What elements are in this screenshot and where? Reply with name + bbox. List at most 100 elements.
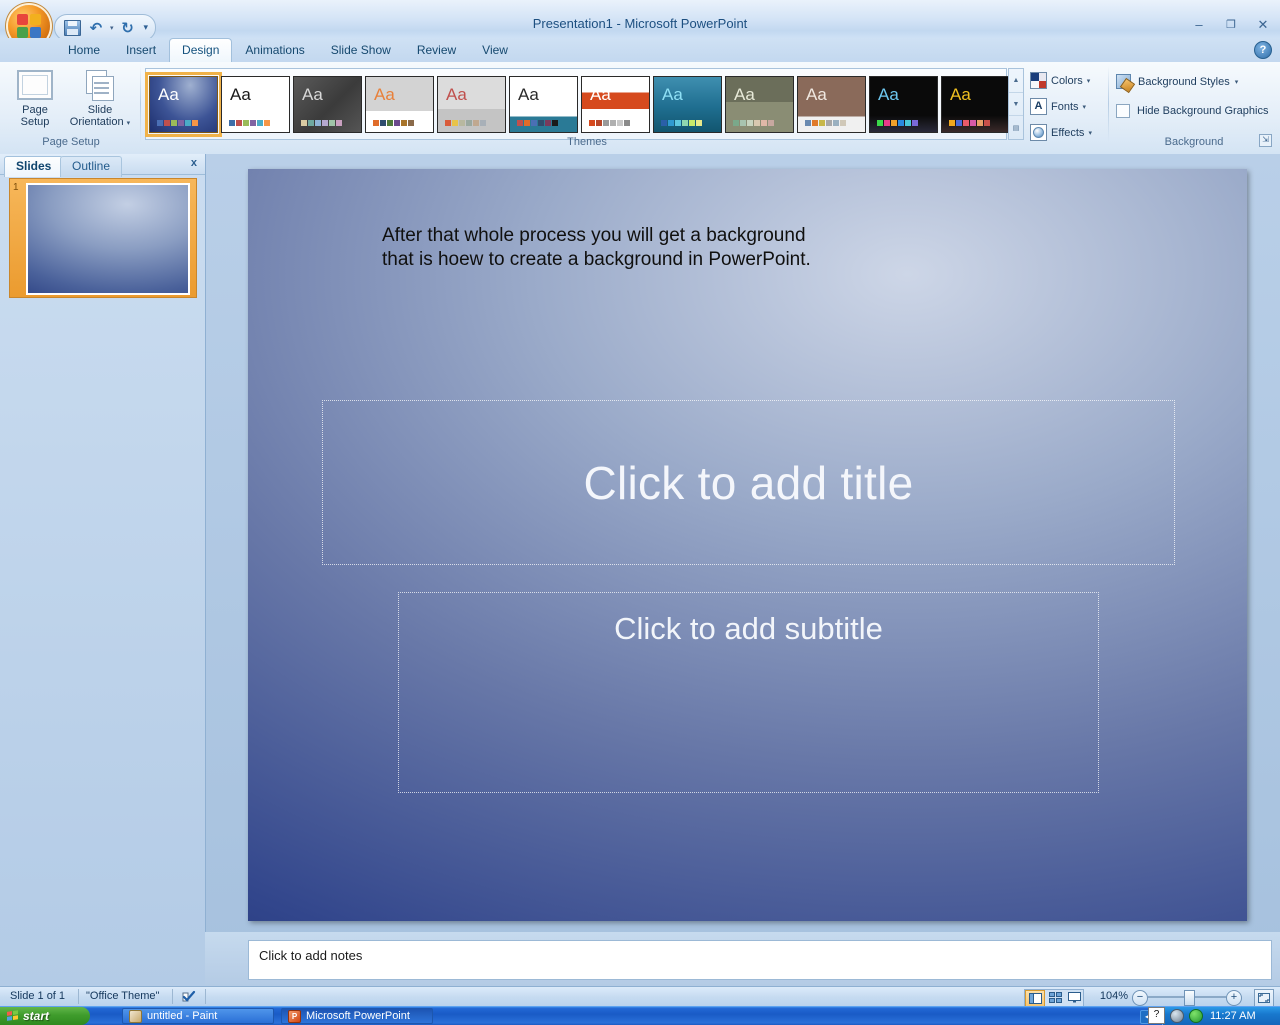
fonts-icon: A — [1030, 98, 1047, 115]
slide-body-line-2: that is hoew to create a background in P… — [382, 248, 1022, 272]
background-group-label: Background — [1110, 136, 1278, 148]
slide-sorter-view-button[interactable] — [1046, 990, 1064, 1005]
ribbon-group-page-setup: Page Setup Slide Orientation ▾ Page Setu… — [2, 64, 140, 150]
security-shield-icon[interactable] — [1189, 1009, 1203, 1023]
zoom-in-button[interactable]: + — [1226, 990, 1242, 1006]
theme-sample-text: Aa — [590, 86, 611, 103]
effects-chevron-down-icon: ▾ — [1088, 129, 1092, 137]
floating-help-icon[interactable]: ? — [1148, 1007, 1165, 1024]
paint-icon — [129, 1010, 142, 1023]
slide-orientation-button[interactable]: Slide Orientation ▾ — [64, 70, 136, 130]
theme-sample-text: Aa — [302, 86, 323, 103]
close-button[interactable]: ✕ — [1252, 16, 1274, 33]
theme-thumbnail-opulent[interactable]: Aa — [941, 76, 1010, 133]
theme-thumbnail-equity[interactable]: Aa — [509, 76, 578, 133]
hide-background-graphics-checkbox[interactable]: Hide Background Graphics — [1116, 104, 1268, 118]
tab-design[interactable]: Design — [169, 38, 232, 63]
volume-icon[interactable] — [1170, 1009, 1184, 1023]
themes-gallery[interactable]: AaAaAaAaAaAaAaAaAaAaAaAa — [145, 68, 1007, 140]
close-panel-icon[interactable]: x — [191, 157, 197, 169]
theme-thumbnail-module[interactable]: Aa — [869, 76, 938, 133]
fit-slide-to-window-button[interactable] — [1254, 989, 1274, 1007]
tab-view[interactable]: View — [469, 39, 521, 62]
page-setup-button[interactable]: Page Setup — [6, 70, 64, 128]
themes-gallery-scrollbar[interactable]: ▲ ▼ ▤ — [1008, 68, 1024, 140]
system-tray: 11:27 AM — [1162, 1007, 1280, 1025]
theme-fonts-label: Fonts — [1051, 101, 1079, 113]
theme-color-swatches — [949, 120, 990, 126]
theme-name-label[interactable]: "Office Theme" — [86, 990, 159, 1002]
slide-show-view-button[interactable] — [1065, 990, 1083, 1005]
minimize-button[interactable]: – — [1188, 16, 1210, 33]
hide-background-graphics-label: Hide Background Graphics — [1137, 105, 1268, 117]
title-placeholder[interactable]: Click to add title — [322, 400, 1175, 565]
theme-sample-text: Aa — [446, 86, 467, 103]
tab-slides[interactable]: Slides — [4, 156, 63, 177]
theme-sample-text: Aa — [734, 86, 755, 103]
windows-logo-icon — [7, 1010, 19, 1023]
theme-thumbnail-office-theme[interactable]: Aa — [149, 76, 218, 133]
theme-effects-button[interactable]: Effects ▾ — [1030, 124, 1092, 141]
title-placeholder-text: Click to add title — [583, 456, 913, 510]
theme-color-swatches — [445, 120, 486, 126]
taskbar-item-paint-label: untitled - Paint — [147, 1010, 217, 1022]
zoom-level-label[interactable]: 104% — [1100, 990, 1128, 1002]
theme-thumbnail-apex[interactable]: Aa — [221, 76, 290, 133]
theme-thumbnail-aspect[interactable]: Aa — [293, 76, 362, 133]
background-styles-button[interactable]: Background Styles ▾ — [1116, 74, 1238, 90]
gallery-scroll-up-icon[interactable]: ▲ — [1009, 69, 1023, 93]
ribbon-group-background: Background Styles ▾ Hide Background Grap… — [1110, 64, 1278, 150]
theme-sample-text: Aa — [878, 86, 899, 103]
help-icon[interactable]: ? — [1254, 41, 1272, 59]
tab-insert[interactable]: Insert — [113, 39, 169, 62]
slide-body-text[interactable]: After that whole process you will get a … — [382, 224, 1022, 272]
theme-thumbnail-median[interactable]: Aa — [725, 76, 794, 133]
theme-sample-text: Aa — [950, 86, 971, 103]
zoom-slider[interactable]: − + — [1132, 990, 1242, 1004]
notes-pane[interactable]: Click to add notes — [248, 940, 1272, 980]
checkbox-icon[interactable] — [1116, 104, 1130, 118]
clock[interactable]: 11:27 AM — [1210, 1010, 1256, 1022]
window-controls: – ❐ ✕ — [1188, 16, 1274, 33]
theme-thumbnail-flow[interactable]: Aa — [581, 76, 650, 133]
maximize-button[interactable]: ❐ — [1220, 16, 1242, 33]
taskbar-item-powerpoint[interactable]: P Microsoft PowerPoint — [281, 1008, 433, 1024]
normal-view-button[interactable] — [1025, 990, 1045, 1007]
tab-animations[interactable]: Animations — [232, 39, 317, 62]
zoom-slider-handle[interactable] — [1184, 990, 1195, 1006]
zoom-out-button[interactable]: − — [1132, 990, 1148, 1006]
theme-color-swatches — [157, 120, 198, 126]
theme-fonts-button[interactable]: A Fonts ▾ — [1030, 98, 1086, 115]
spell-check-icon[interactable] — [181, 990, 197, 1004]
theme-color-swatches — [373, 120, 414, 126]
slide-orientation-label-2: Orientation ▾ — [64, 116, 136, 130]
theme-sample-text: Aa — [806, 86, 827, 103]
background-dialog-launcher-icon[interactable]: ⇲ — [1259, 134, 1272, 147]
slide-thumbnail-preview[interactable] — [26, 183, 190, 295]
tab-review[interactable]: Review — [404, 39, 469, 62]
slide-canvas[interactable]: After that whole process you will get a … — [248, 169, 1247, 921]
taskbar: start untitled - Paint P Microsoft Power… — [0, 1006, 1280, 1025]
theme-color-swatches — [661, 120, 702, 126]
taskbar-item-paint[interactable]: untitled - Paint — [122, 1008, 274, 1024]
page-setup-label-2: Setup — [6, 116, 64, 128]
slide-body-line-1: After that whole process you will get a … — [382, 224, 1022, 248]
theme-color-swatches — [229, 120, 270, 126]
theme-colors-button[interactable]: Colors ▾ — [1030, 72, 1090, 89]
theme-thumbnail-concourse[interactable]: Aa — [437, 76, 506, 133]
slide-orientation-icon — [82, 70, 118, 100]
theme-color-swatches — [805, 120, 846, 126]
powerpoint-window: ↷ ▾ ↻ ▾ Presentation1 - Microsoft PowerP… — [0, 0, 1280, 1024]
start-button[interactable]: start — [0, 1007, 90, 1025]
theme-thumbnail-foundry[interactable]: Aa — [653, 76, 722, 133]
tab-outline[interactable]: Outline — [60, 156, 122, 177]
tab-home[interactable]: Home — [55, 39, 113, 62]
gallery-scroll-down-icon[interactable]: ▼ — [1009, 93, 1023, 117]
effects-icon — [1030, 124, 1047, 141]
ribbon: Page Setup Slide Orientation ▾ Page Setu… — [0, 62, 1280, 155]
slide-thumbnail-item[interactable]: 1 — [9, 178, 197, 298]
theme-thumbnail-civic[interactable]: Aa — [365, 76, 434, 133]
subtitle-placeholder[interactable]: Click to add subtitle — [398, 592, 1099, 793]
tab-slide-show[interactable]: Slide Show — [318, 39, 404, 62]
theme-thumbnail-metro[interactable]: Aa — [797, 76, 866, 133]
